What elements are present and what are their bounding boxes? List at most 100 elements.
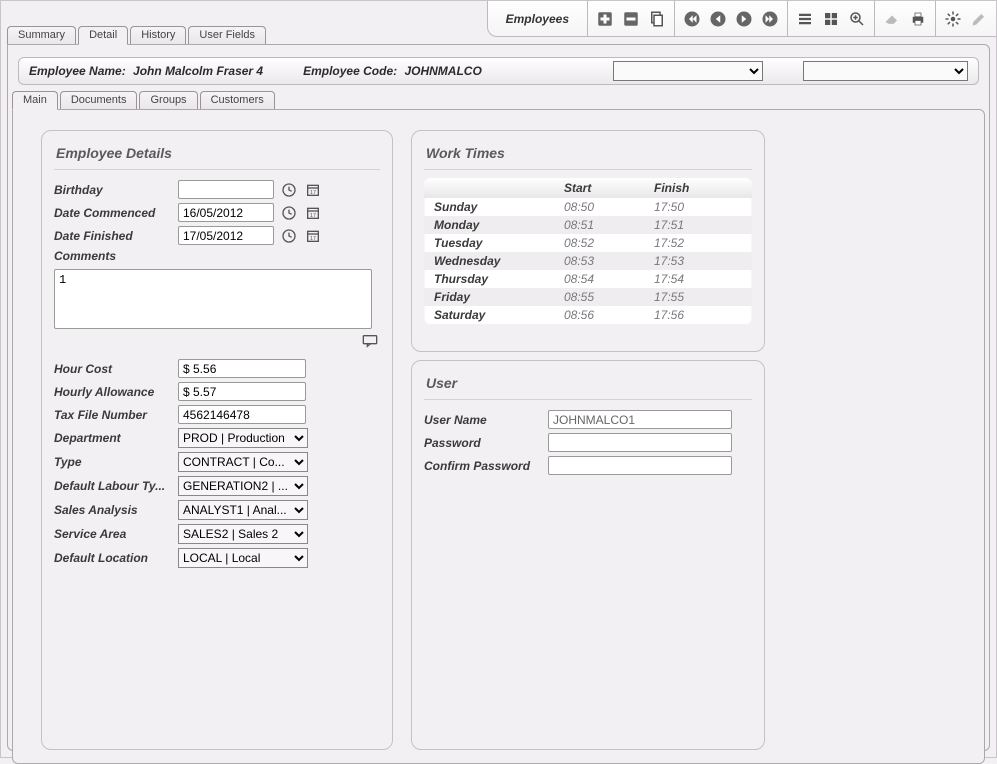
- hour-cost-row: Hour Cost: [42, 357, 392, 380]
- clock-icon[interactable]: [280, 181, 298, 199]
- prev-button[interactable]: [706, 7, 730, 31]
- date-commenced-label: Date Commenced: [54, 206, 172, 220]
- birthday-input[interactable]: [178, 180, 274, 199]
- sales-analysis-row: Sales Analysis ANALYST1 | Anal...: [42, 498, 392, 522]
- employee-code-value: JOHNMALCO: [404, 64, 481, 78]
- work-times-title: Work Times: [412, 131, 764, 163]
- work-times-day: Sunday: [424, 200, 564, 214]
- remove-button[interactable]: [619, 7, 643, 31]
- print-button[interactable]: [906, 7, 930, 31]
- employee-name-label: Employee Name:: [29, 64, 126, 78]
- work-times-finish: 17:53: [654, 254, 744, 268]
- work-times-day: Wednesday: [424, 254, 564, 268]
- rewind-button[interactable]: [680, 7, 704, 31]
- employee-details-section: Employee Details Birthday 17 Date Commen…: [41, 130, 393, 750]
- inner-tabs-wrap: Main Documents Groups Customers Employee…: [8, 91, 989, 764]
- work-times-row: Wednesday08:5317:53: [424, 252, 752, 270]
- speech-bubble-icon[interactable]: [54, 334, 380, 351]
- sales-analysis-select[interactable]: ANALYST1 | Anal...: [178, 500, 308, 520]
- add-button[interactable]: [593, 7, 617, 31]
- default-labour-label: Default Labour Ty...: [54, 479, 172, 493]
- username-label: User Name: [424, 413, 542, 427]
- app-window: Employees Summary Detail Histo: [0, 0, 997, 758]
- default-labour-row: Default Labour Ty... GENERATION2 | ...: [42, 474, 392, 498]
- password-row: Password: [412, 431, 764, 454]
- tab-groups[interactable]: Groups: [139, 91, 197, 109]
- tab-customers[interactable]: Customers: [200, 91, 275, 109]
- calendar-icon[interactable]: 17: [304, 181, 322, 199]
- work-times-finish: 17:51: [654, 218, 744, 232]
- department-select[interactable]: PROD | Production: [178, 428, 308, 448]
- settings-button[interactable]: [941, 7, 965, 31]
- tab-detail[interactable]: Detail: [78, 26, 128, 45]
- divider: [424, 169, 752, 170]
- upper-tabs: Summary Detail History User Fields: [7, 26, 268, 44]
- zoom-button[interactable]: [845, 7, 869, 31]
- grid-view-button[interactable]: [819, 7, 843, 31]
- work-times-finish: 17:52: [654, 236, 744, 250]
- work-times-row: Saturday08:5617:56: [424, 306, 752, 324]
- work-times-finish: 17:50: [654, 200, 744, 214]
- type-label: Type: [54, 455, 172, 469]
- calendar-icon[interactable]: 17: [304, 204, 322, 222]
- comments-label-row: Comments: [42, 247, 392, 265]
- work-times-day: Tuesday: [424, 236, 564, 250]
- password-input[interactable]: [548, 433, 732, 452]
- employee-code-label: Employee Code:: [303, 64, 397, 78]
- main-panel: Employee Details Birthday 17 Date Commen…: [12, 109, 985, 764]
- date-finished-row: Date Finished 17: [42, 224, 392, 247]
- hour-cost-label: Hour Cost: [54, 362, 172, 376]
- copy-button[interactable]: [645, 7, 669, 31]
- type-select[interactable]: CONTRACT | Co...: [178, 452, 308, 472]
- svg-text:17: 17: [310, 236, 316, 242]
- employee-name-group: Employee Name: John Malcolm Fraser 4: [29, 64, 263, 78]
- date-finished-label: Date Finished: [54, 229, 172, 243]
- default-location-row: Default Location LOCAL | Local: [42, 546, 392, 570]
- erase-button[interactable]: [880, 7, 904, 31]
- tab-summary[interactable]: Summary: [7, 26, 76, 44]
- username-input[interactable]: [548, 410, 732, 429]
- clock-icon[interactable]: [280, 227, 298, 245]
- department-label: Department: [54, 431, 172, 445]
- clock-icon[interactable]: [280, 204, 298, 222]
- edit-button[interactable]: [967, 7, 991, 31]
- employee-code-group: Employee Code: JOHNMALCO: [303, 64, 482, 78]
- tab-user-fields[interactable]: User Fields: [188, 26, 266, 44]
- work-times-row: Tuesday08:5217:52: [424, 234, 752, 252]
- confirm-password-label: Confirm Password: [424, 459, 542, 473]
- calendar-icon[interactable]: 17: [304, 227, 322, 245]
- default-labour-select[interactable]: GENERATION2 | ...: [178, 476, 308, 496]
- hour-cost-input[interactable]: [178, 359, 306, 378]
- confirm-password-row: Confirm Password: [412, 454, 764, 477]
- tab-history[interactable]: History: [130, 26, 186, 44]
- tab-documents[interactable]: Documents: [60, 91, 138, 109]
- confirm-password-input[interactable]: [548, 456, 732, 475]
- comments-input[interactable]: 1: [54, 269, 372, 329]
- header-select-2[interactable]: [803, 61, 968, 81]
- tax-file-label: Tax File Number: [54, 408, 172, 422]
- sales-analysis-label: Sales Analysis: [54, 503, 172, 517]
- hourly-allowance-label: Hourly Allowance: [54, 385, 172, 399]
- forward-button[interactable]: [758, 7, 782, 31]
- service-area-select[interactable]: SALES2 | Sales 2: [178, 524, 308, 544]
- work-times-start: 08:56: [564, 308, 654, 322]
- date-commenced-input[interactable]: [178, 203, 274, 222]
- work-times-row: Monday08:5117:51: [424, 216, 752, 234]
- finish-header: Finish: [654, 181, 744, 195]
- work-times-row: Thursday08:5417:54: [424, 270, 752, 288]
- work-times-day: Thursday: [424, 272, 564, 286]
- tax-file-input[interactable]: [178, 405, 306, 424]
- header-select-1[interactable]: [613, 61, 763, 81]
- list-view-button[interactable]: [793, 7, 817, 31]
- inner-tabs: Main Documents Groups Customers: [8, 91, 989, 109]
- work-times-section: Work Times Start Finish Sunday08:5017:50…: [411, 130, 765, 352]
- default-location-select[interactable]: LOCAL | Local: [178, 548, 308, 568]
- user-title: User: [412, 361, 764, 393]
- hourly-allowance-input[interactable]: [178, 382, 306, 401]
- divider: [54, 169, 380, 170]
- date-finished-input[interactable]: [178, 226, 274, 245]
- tab-main[interactable]: Main: [12, 91, 58, 110]
- work-times-row: Friday08:5517:55: [424, 288, 752, 306]
- toolbar-group-crud: [588, 1, 675, 36]
- next-button[interactable]: [732, 7, 756, 31]
